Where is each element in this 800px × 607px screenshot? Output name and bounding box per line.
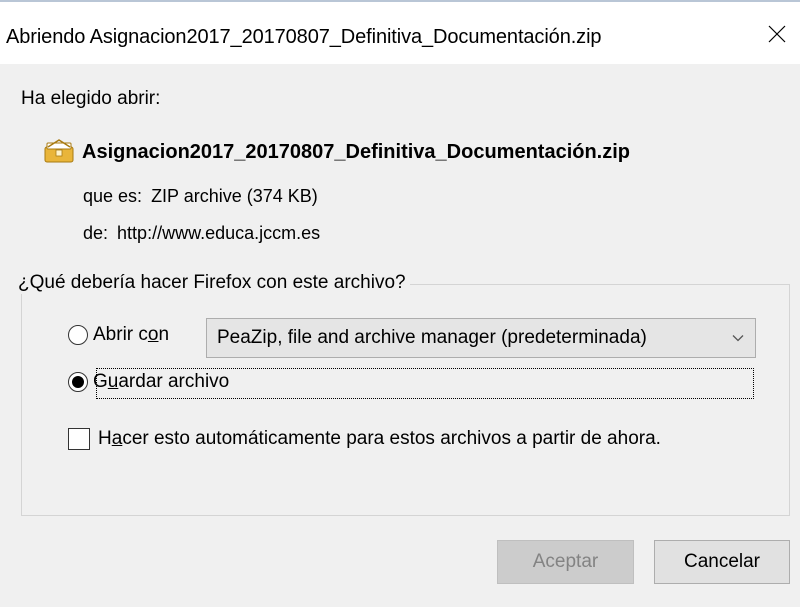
- file-source-line: de: http://www.educa.jccm.es: [83, 223, 320, 244]
- radio-selected-dot: [72, 376, 84, 388]
- open-with-radio-row[interactable]: Abrir con: [68, 324, 169, 346]
- accept-button[interactable]: Aceptar: [497, 540, 634, 584]
- file-source-label: de:: [83, 223, 109, 243]
- file-type-value: ZIP archive (374 KB): [151, 186, 318, 206]
- application-select[interactable]: PeaZip, file and archive manager (predet…: [206, 318, 756, 358]
- title-bar: Abriendo Asignacion2017_20170807_Definit…: [0, 2, 800, 64]
- file-type-line: que es: ZIP archive (374 KB): [83, 186, 318, 207]
- file-info-row: Asignacion2017_20170807_Definitiva_Docum…: [42, 138, 630, 166]
- file-name: Asignacion2017_20170807_Definitiva_Docum…: [82, 140, 631, 163]
- dialog-body: Ha elegido abrir: Asignacion2017_2017080…: [0, 64, 800, 607]
- cancel-button[interactable]: Cancelar: [654, 540, 790, 584]
- save-file-radio-row[interactable]: Guardar archivo: [68, 371, 229, 393]
- close-button[interactable]: [754, 4, 800, 64]
- save-file-radio[interactable]: [68, 372, 88, 392]
- file-type-label: que es:: [83, 186, 143, 206]
- auto-action-label: Hacer esto automáticamente para estos ar…: [98, 428, 661, 449]
- file-source-value: http://www.educa.jccm.es: [117, 223, 321, 243]
- auto-action-checkbox-row[interactable]: Hacer esto automáticamente para estos ar…: [68, 428, 661, 450]
- action-group-legend: ¿Qué debería hacer Firefox con este arch…: [16, 272, 410, 294]
- open-with-radio[interactable]: [68, 325, 88, 345]
- open-with-label: Abrir con: [93, 324, 170, 345]
- save-file-label: Guardar archivo: [93, 371, 230, 392]
- zip-archive-icon: [44, 139, 74, 163]
- auto-action-checkbox[interactable]: [68, 428, 90, 450]
- application-select-value: PeaZip, file and archive manager (predet…: [217, 327, 647, 348]
- window-title: Abriendo Asignacion2017_20170807_Definit…: [6, 26, 602, 48]
- chevron-down-icon: [732, 335, 744, 342]
- close-icon: [768, 25, 786, 43]
- intro-text: Ha elegido abrir:: [21, 88, 161, 109]
